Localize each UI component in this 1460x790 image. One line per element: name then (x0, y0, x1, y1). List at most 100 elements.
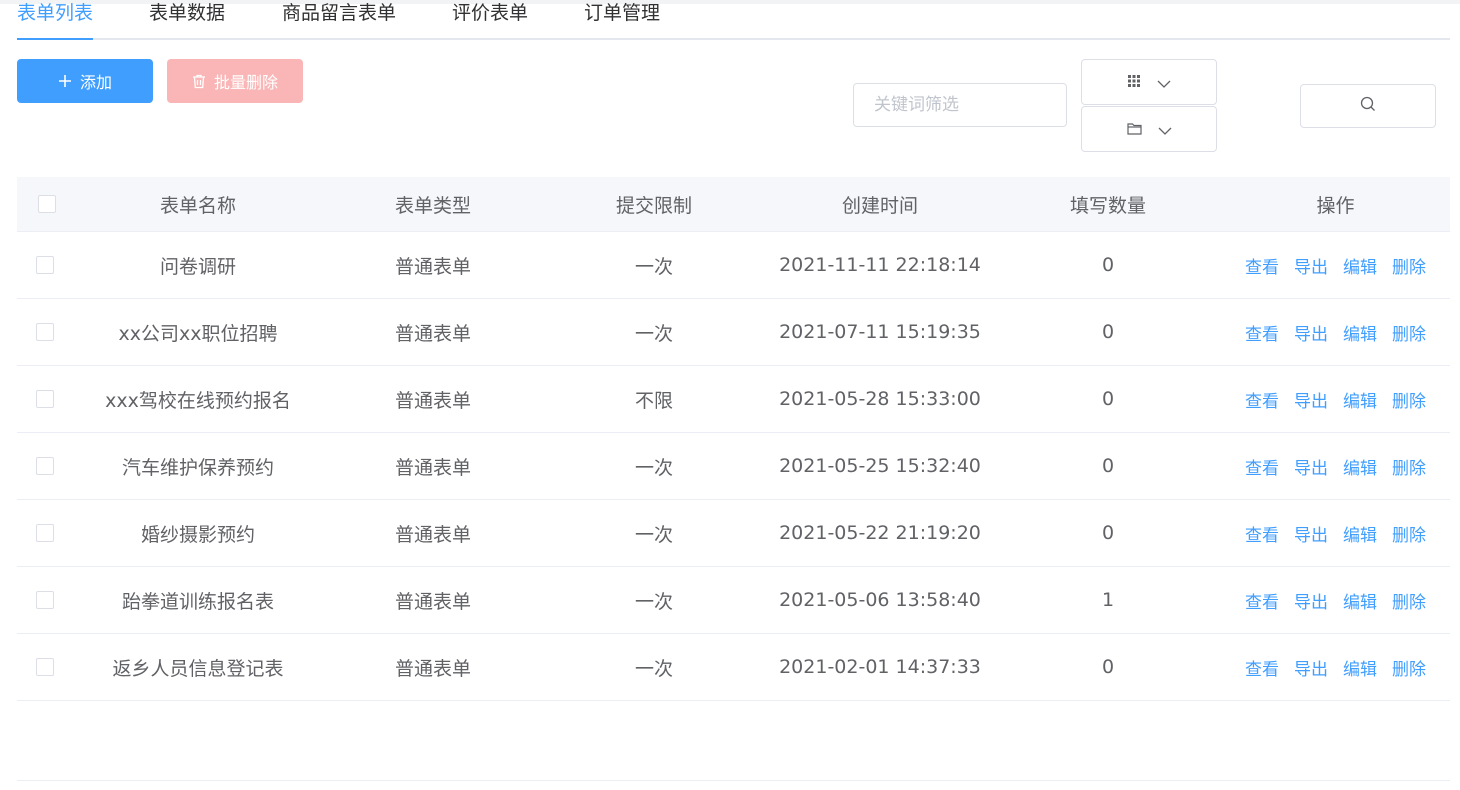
view-link[interactable]: 查看 (1245, 655, 1279, 680)
row-select-cell (17, 634, 73, 700)
delete-link[interactable]: 删除 (1392, 588, 1426, 613)
export-link[interactable]: 导出 (1294, 588, 1328, 613)
view-link[interactable]: 查看 (1245, 387, 1279, 412)
row-checkbox[interactable] (36, 658, 54, 676)
column-header-actions: 操作 (1316, 194, 1355, 217)
form-type: 普通表单 (394, 456, 471, 479)
created-time: 2021-05-06 13:58:40 (779, 589, 981, 611)
table-row: 汽车维护保养预约 普通表单 一次 2021-05-25 15:32:40 0 查看 导出 编辑… (17, 433, 1450, 500)
row-select-cell (17, 232, 73, 298)
batch-delete-button[interactable]: 批量删除 (167, 59, 303, 103)
edit-link[interactable]: 编辑 (1343, 454, 1377, 479)
tab-form-data[interactable]: 表单数据 (149, 0, 225, 38)
created-time: 2021-05-28 15:33:00 (779, 388, 981, 410)
form-name: xxx驾校在线预约报名 (105, 389, 291, 412)
select-all-cell (17, 177, 73, 231)
column-header-name: 表单名称 (159, 194, 236, 217)
folder-select[interactable] (1081, 106, 1217, 152)
row-checkbox[interactable] (36, 323, 54, 341)
select-all-checkbox[interactable] (38, 195, 56, 213)
table-row: 返乡人员信息登记表 普通表单 一次 2021-02-01 14:37:33 0 查看 导出编… (17, 634, 1450, 701)
row-select-cell (17, 433, 73, 499)
created-time: 2021-05-25 15:32:40 (779, 455, 981, 477)
form-name: 问卷调研 (159, 255, 236, 278)
search-button[interactable] (1300, 84, 1436, 128)
column-header-limit: 提交限制 (615, 194, 692, 217)
edit-link[interactable]: 编辑 (1343, 387, 1377, 412)
delete-link[interactable]: 删除 (1392, 454, 1426, 479)
row-select-cell (17, 299, 73, 365)
row-actions: 查看 导出 编辑 删除 (1221, 567, 1450, 633)
row-checkbox[interactable] (36, 256, 54, 274)
export-link[interactable]: 导出 (1294, 320, 1328, 345)
export-link[interactable]: 导出 (1294, 253, 1328, 278)
edit-link[interactable]: 编辑 (1343, 320, 1377, 345)
delete-link[interactable]: 删除 (1392, 253, 1426, 278)
add-button-label: 添加 (79, 73, 112, 92)
row-actions: 查看 导出 编辑 删除 (1221, 366, 1450, 432)
chevron-down-icon (1158, 120, 1172, 139)
search-icon (1360, 96, 1376, 116)
add-button[interactable]: 添加 (17, 59, 153, 103)
table-row: 问卷调研 普通表单 一次 2021-11-11 22:18:14 0 查看 导出 编辑 删除 (17, 232, 1450, 299)
tab-bar: 表单列表 表单数据 商品留言表单 评价表单 订单管理 (17, 0, 1450, 40)
form-type: 普通表单 (394, 255, 471, 278)
form-type: 普通表单 (394, 657, 471, 680)
edit-link[interactable]: 编辑 (1343, 588, 1377, 613)
form-name: 跆拳道训练报名表 (121, 590, 274, 613)
table-bottom-divider (17, 780, 1450, 781)
edit-link[interactable]: 编辑 (1343, 655, 1377, 680)
view-link[interactable]: 查看 (1245, 253, 1279, 278)
created-time: 2021-02-01 14:37:33 (779, 656, 981, 678)
delete-link[interactable]: 删除 (1392, 521, 1426, 546)
form-name: 婚纱摄影预约 (140, 523, 255, 546)
column-header-type: 表单类型 (394, 194, 471, 217)
table-header: 表单名称 表单类型 提交限制 创建时间 填写数量 操作 (17, 177, 1450, 232)
table-row: xxx驾校在线预约报名 普通表单 不限 2021-05-28 15:33:00 0 查看导… (17, 366, 1450, 433)
created-time: 2021-05-22 21:19:20 (779, 522, 981, 544)
table-row: xx公司xx职位招聘 普通表单 一次 2021-07-11 15:19:35 0 查看 导出… (17, 299, 1450, 366)
export-link[interactable]: 导出 (1294, 387, 1328, 412)
delete-link[interactable]: 删除 (1392, 655, 1426, 680)
tab-order-management[interactable]: 订单管理 (584, 0, 660, 38)
export-link[interactable]: 导出 (1294, 454, 1328, 479)
row-checkbox[interactable] (36, 524, 54, 542)
folder-icon (1126, 120, 1142, 139)
tab-form-list[interactable]: 表单列表 (17, 0, 94, 40)
view-link[interactable]: 查看 (1245, 521, 1279, 546)
row-actions: 查看 导出 编辑 删除 (1221, 299, 1450, 365)
export-link[interactable]: 导出 (1294, 655, 1328, 680)
submit-limit: 一次 (634, 590, 673, 613)
fill-count: 1 (1101, 589, 1115, 611)
view-link[interactable]: 查看 (1245, 588, 1279, 613)
column-header-created: 创建时间 (841, 194, 918, 217)
keyword-search-input[interactable] (853, 83, 1067, 127)
chevron-down-icon (1157, 73, 1171, 92)
row-checkbox[interactable] (36, 390, 54, 408)
tab-review-form[interactable]: 评价表单 (452, 0, 528, 38)
edit-link[interactable]: 编辑 (1343, 253, 1377, 278)
submit-limit: 一次 (634, 657, 673, 680)
form-table: 表单名称 表单类型 提交限制 创建时间 填写数量 操作 问卷调研 普通表单 一次 20… (17, 177, 1450, 701)
form-type: 普通表单 (394, 523, 471, 546)
row-checkbox[interactable] (36, 457, 54, 475)
fill-count: 0 (1101, 522, 1115, 544)
view-mode-select[interactable] (1081, 59, 1217, 105)
row-checkbox[interactable] (36, 591, 54, 609)
batch-delete-button-label: 批量删除 (213, 73, 278, 92)
table-row: 跆拳道训练报名表 普通表单 一次 2021-05-06 13:58:40 1 查看 导出 编辑… (17, 567, 1450, 634)
delete-link[interactable]: 删除 (1392, 320, 1426, 345)
view-link[interactable]: 查看 (1245, 454, 1279, 479)
view-link[interactable]: 查看 (1245, 320, 1279, 345)
edit-link[interactable]: 编辑 (1343, 521, 1377, 546)
fill-count: 0 (1101, 388, 1115, 410)
submit-limit: 一次 (634, 322, 673, 345)
table-row: 婚纱摄影预约 普通表单 一次 2021-05-22 21:19:20 0 查看 导出 编辑 删除 (17, 500, 1450, 567)
delete-link[interactable]: 删除 (1392, 387, 1426, 412)
row-actions: 查看 导出 编辑 删除 (1221, 433, 1450, 499)
form-name: 汽车维护保养预约 (121, 456, 274, 479)
tab-product-message-form[interactable]: 商品留言表单 (282, 0, 396, 38)
created-time: 2021-07-11 15:19:35 (779, 321, 981, 343)
submit-limit: 一次 (634, 523, 673, 546)
export-link[interactable]: 导出 (1294, 521, 1328, 546)
